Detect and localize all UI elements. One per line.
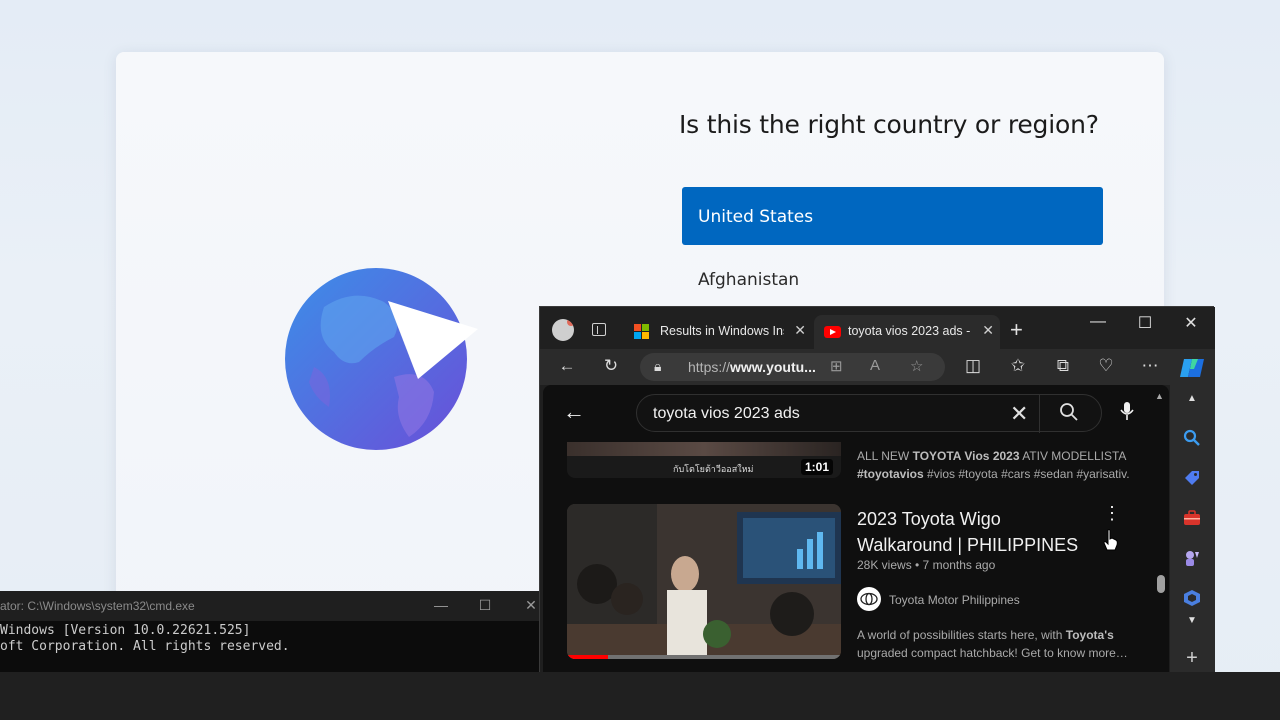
- tab-close-icon[interactable]: ✕: [794, 322, 806, 339]
- video-thumbnail[interactable]: [567, 504, 841, 659]
- mouse-cursor-icon: [1102, 528, 1120, 552]
- more-vertical-icon[interactable]: ⋮: [1103, 503, 1121, 524]
- refresh-icon[interactable]: ↻: [600, 356, 622, 376]
- tab-label: Results in Windows Insi: [660, 324, 784, 338]
- search-icon[interactable]: [1059, 402, 1079, 427]
- thumbnail-image: [567, 442, 841, 456]
- page-title: Is this the right country or region?: [679, 110, 1099, 139]
- profile-avatar[interactable]: [552, 319, 574, 341]
- clear-search-icon[interactable]: ✕: [1010, 401, 1028, 427]
- collections-icon[interactable]: ⧉: [1052, 356, 1074, 376]
- tab-bar: Results in Windows Insi ✕ toyota vios 20…: [540, 307, 1215, 349]
- search-box[interactable]: toyota vios 2023 ads ✕: [636, 394, 1102, 433]
- scroll-down-icon[interactable]: ▼: [1182, 615, 1202, 635]
- tab-youtube[interactable]: toyota vios 2023 ads - Y ✕: [814, 315, 1000, 349]
- favorite-star-icon[interactable]: ☆: [910, 357, 923, 375]
- cmd-line: oft Corporation. All rights reserved.: [0, 639, 290, 654]
- youtube-logo-icon: [824, 326, 841, 338]
- url-text[interactable]: https://www.youtu...: [688, 359, 816, 375]
- channel-avatar[interactable]: [857, 587, 881, 611]
- more-icon[interactable]: ⋯: [1139, 356, 1161, 376]
- microphone-icon[interactable]: [1119, 401, 1135, 426]
- address-bar[interactable]: 🔒︎ https://www.youtu... ⊞ A ☆: [640, 353, 945, 381]
- duration-badge: 1:01: [800, 459, 833, 475]
- scrollbar-thumb[interactable]: [1157, 575, 1165, 593]
- cmd-title: ator: C:\Windows\system32\cmd.exe: [0, 599, 195, 613]
- country-option-selected[interactable]: United States: [682, 187, 1103, 245]
- shopping-icon[interactable]: [1182, 469, 1202, 489]
- games-icon[interactable]: [1182, 549, 1202, 569]
- add-icon[interactable]: +: [1182, 647, 1202, 669]
- country-option[interactable]: Afghanistan: [698, 270, 799, 290]
- edge-sidebar: ▲ ▼ +: [1170, 349, 1215, 674]
- video-thumbnail[interactable]: กับโตโยต้าวีออสใหม่ 1:01: [567, 442, 841, 478]
- app-available-icon[interactable]: ⊞: [830, 357, 843, 375]
- watch-progress-fill: [567, 655, 609, 659]
- close-button[interactable]: ✕: [521, 597, 541, 614]
- video-meta: 28K views • 7 months ago: [857, 558, 996, 572]
- lock-icon[interactable]: 🔒︎: [654, 358, 661, 375]
- office-icon[interactable]: [1182, 589, 1202, 609]
- read-aloud-icon[interactable]: A: [870, 357, 880, 374]
- video-description: ALL NEW TOYOTA Vios 2023 ATIV MODELLISTA…: [857, 449, 1130, 481]
- cmd-line: Windows [Version 10.0.22621.525]: [0, 623, 251, 638]
- tools-icon[interactable]: [1182, 509, 1202, 529]
- microsoft-logo-icon: [634, 324, 650, 340]
- youtube-page[interactable]: ← toyota vios 2023 ads ✕ กับโตโยต้าวีออส…: [543, 385, 1169, 674]
- split-screen-icon[interactable]: ◫: [962, 356, 984, 376]
- tab-close-icon[interactable]: ✕: [982, 322, 994, 339]
- edge-browser-window[interactable]: Results in Windows Insi ✕ toyota vios 20…: [539, 306, 1215, 674]
- copilot-icon[interactable]: [1180, 357, 1204, 379]
- channel-name[interactable]: Toyota Motor Philippines: [889, 593, 1020, 607]
- tab-windows-insider[interactable]: Results in Windows Insi ✕: [626, 315, 812, 349]
- scroll-up-arrow-icon[interactable]: ▲: [1155, 391, 1164, 401]
- thumbnail-caption: กับโตโยต้าวีออสใหม่: [673, 464, 754, 474]
- thumbnail-image: [567, 504, 841, 659]
- video-description: A world of possibilities starts here, wi…: [857, 628, 1128, 660]
- video-title[interactable]: 2023 Toyota Wigo Walkaround | PHILIPPINE…: [857, 506, 1097, 558]
- globe-illustration: [284, 267, 484, 457]
- watch-progress-track: [567, 655, 841, 659]
- maximize-button[interactable]: ☐: [1130, 313, 1160, 333]
- browser-essentials-icon[interactable]: ♡: [1095, 356, 1117, 376]
- cmd-output[interactable]: Windows [Version 10.0.22621.525] oft Cor…: [0, 621, 545, 655]
- tab-label: toyota vios 2023 ads - Y: [848, 324, 972, 338]
- minimize-button[interactable]: —: [431, 597, 451, 613]
- browser-toolbar: ← ↻ 🔒︎ https://www.youtu... ⊞ A ☆ ◫ ✩ ⧉ …: [540, 349, 1215, 385]
- close-button[interactable]: ✕: [1176, 313, 1206, 333]
- tab-actions-icon[interactable]: [592, 323, 606, 336]
- favorites-icon[interactable]: ✩: [1007, 356, 1029, 376]
- minimize-button[interactable]: —: [1083, 313, 1113, 331]
- new-tab-button[interactable]: +: [1010, 317, 1023, 343]
- scroll-up-icon[interactable]: ▲: [1182, 393, 1202, 413]
- search-input[interactable]: toyota vios 2023 ads: [653, 405, 800, 423]
- search-divider: [1039, 395, 1040, 433]
- back-icon[interactable]: ←: [556, 356, 578, 376]
- maximize-button[interactable]: ☐: [475, 597, 495, 614]
- taskbar: [0, 672, 1280, 720]
- cmd-titlebar[interactable]: ator: C:\Windows\system32\cmd.exe — ☐ ✕: [0, 591, 545, 621]
- search-icon[interactable]: [1182, 429, 1202, 449]
- cmd-window[interactable]: ator: C:\Windows\system32\cmd.exe — ☐ ✕ …: [0, 591, 545, 673]
- back-arrow-icon[interactable]: ←: [563, 399, 585, 425]
